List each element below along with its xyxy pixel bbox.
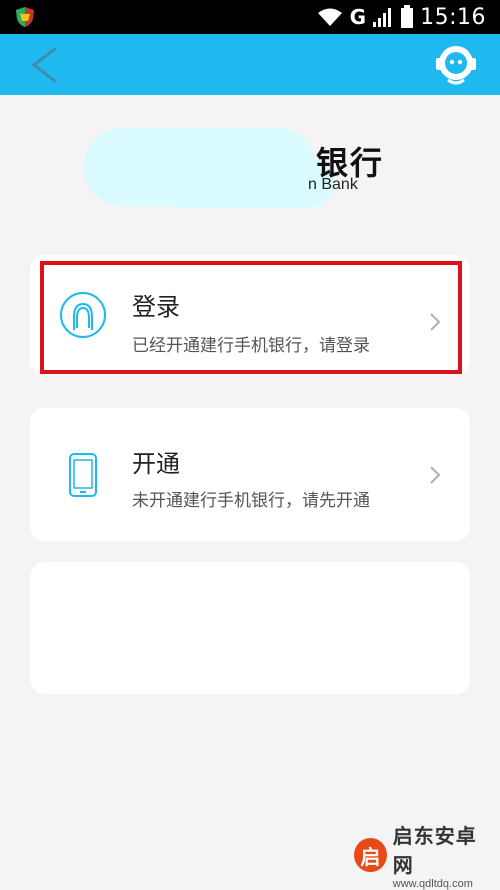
user-icon xyxy=(60,292,106,338)
login-title: 登录 xyxy=(132,293,180,321)
status-icons: G 15:16 xyxy=(316,0,486,34)
open-description: 未开通建行手机银行，请先开通 xyxy=(132,491,370,511)
signal-icon xyxy=(373,8,392,27)
logo-mask xyxy=(154,158,334,208)
back-arrow-icon[interactable] xyxy=(24,42,70,88)
login-card[interactable]: 登录 已经开通建行手机银行，请登录 xyxy=(30,255,470,375)
login-description: 已经开通建行手机银行，请登录 xyxy=(132,336,370,356)
phone-icon xyxy=(69,453,97,497)
watermark-url: www.qdltdq.com xyxy=(392,878,473,890)
clock: 15:16 xyxy=(420,4,486,30)
shield-icon xyxy=(16,7,34,27)
status-bar: G 15:16 xyxy=(0,0,500,34)
watermark-logo-icon: 启 xyxy=(354,838,387,872)
wifi-icon xyxy=(317,8,342,26)
battery-icon xyxy=(401,5,414,28)
bank-logo: 银行 n Bank xyxy=(84,128,404,212)
blank-card[interactable] xyxy=(30,562,470,694)
logo-subtext: n Bank xyxy=(308,176,358,193)
customer-service-icon[interactable] xyxy=(432,42,480,88)
open-card[interactable]: 开通 未开通建行手机银行，请先开通 xyxy=(30,408,470,541)
nav-bar xyxy=(0,34,500,95)
chevron-right-icon xyxy=(430,466,441,484)
watermark: 启 启东安卓网 www.qdltdq.com xyxy=(354,824,494,890)
watermark-name: 启东安卓网 xyxy=(392,824,477,877)
network-type: G xyxy=(349,5,367,29)
open-title: 开通 xyxy=(132,450,180,478)
chevron-right-icon xyxy=(430,313,441,331)
